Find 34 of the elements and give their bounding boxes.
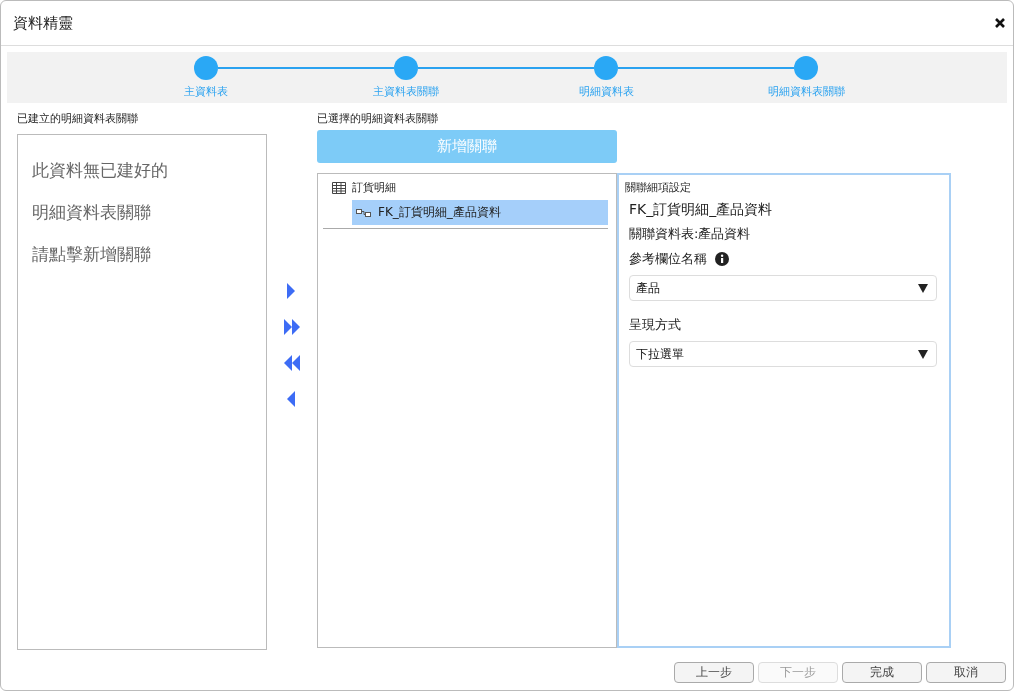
dropdown-field[interactable]: 產品 [629, 275, 937, 301]
step-label: 明細資料表關聯 [767, 84, 845, 99]
move-all-right-icon[interactable] [284, 319, 300, 335]
dropdown-field[interactable]: 下拉選單 [629, 341, 937, 367]
caret-icon [918, 349, 928, 359]
footer-button[interactable]: 完成 [842, 662, 922, 683]
panel-title: 已選擇的明細資料表關聯 [317, 111, 439, 127]
panel-title: 關聯細項設定 [625, 180, 692, 195]
step-label: 明細資料表 [578, 84, 634, 99]
caret-icon [918, 283, 928, 293]
step-label: 主資料表 [184, 84, 228, 99]
relation-icon [356, 207, 372, 218]
related-table-label: 關聯資料表:產品資料 [629, 225, 752, 243]
tree-item[interactable]: 訂貨明細 [352, 180, 396, 195]
empty-message: 明細資料表關聯 [32, 201, 152, 223]
empty-message: 此資料無已建好的 [32, 159, 169, 181]
step-circle[interactable] [794, 56, 818, 80]
field-label: 呈現方式 [629, 316, 681, 334]
step-circle[interactable] [594, 56, 618, 80]
footer-button[interactable]: 上一步 [674, 662, 754, 683]
footer-button[interactable]: 取消 [926, 662, 1006, 683]
info-icon [715, 252, 729, 266]
table-icon [332, 181, 346, 194]
close-icon[interactable] [995, 18, 1005, 28]
panel-title: 已建立的明細資料表關聯 [17, 111, 139, 127]
step-circle[interactable] [394, 56, 418, 80]
window-title: 資料精靈 [13, 13, 73, 33]
empty-message: 請點擊新增關聯 [32, 243, 152, 265]
move-all-left-icon[interactable] [284, 355, 300, 371]
tree-item[interactable]: FK_訂貨明細_產品資料 [352, 200, 608, 225]
step-label: 主資料表關聯 [373, 84, 439, 99]
step-circle[interactable] [194, 56, 218, 80]
field-label: 參考欄位名稱 [629, 250, 707, 268]
relation-name: FK_訂貨明細_產品資料 [629, 201, 774, 219]
